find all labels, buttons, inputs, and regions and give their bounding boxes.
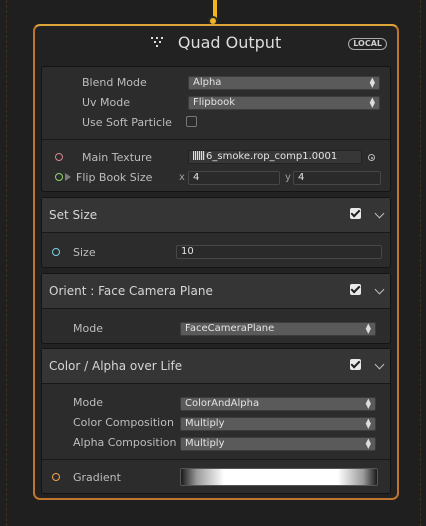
flip-book-size-y-field[interactable]: 4 [293, 171, 381, 185]
collapse-chevron-icon[interactable] [374, 208, 385, 219]
uv-mode-label: Uv Mode [82, 96, 131, 109]
color-composition-dropdown[interactable]: Multiply ▲ ▼ [180, 417, 376, 431]
main-texture-value: 6_smoke.rop_comp1.0001 [206, 151, 338, 162]
flip-book-x-label: x [179, 172, 185, 183]
use-soft-particle-label: Use Soft Particle [82, 116, 172, 129]
space-badge[interactable]: LOCAL [348, 38, 387, 50]
quad-output-node[interactable]: Quad Output LOCAL Blend Mode Alpha ▲ ▼ Uv… [33, 24, 399, 500]
alpha-composition-label: Alpha Composition [73, 436, 177, 449]
collapse-chevron-icon[interactable] [374, 284, 385, 295]
graph-grid-line [6, 0, 7, 526]
size-field[interactable]: 10 [176, 245, 382, 259]
uv-mode-dropdown[interactable]: Flipbook ▲ ▼ [188, 96, 380, 110]
dropdown-arrows-icon: ▲ ▼ [369, 76, 375, 89]
dropdown-arrows-icon: ▲ ▼ [365, 417, 371, 430]
dropdown-arrows-icon: ▲ ▼ [365, 397, 371, 410]
color-composition-label: Color Composition [73, 416, 174, 429]
color-mode-dropdown[interactable]: ColorAndAlpha ▲ ▼ [180, 397, 376, 411]
gradient-input-slot[interactable] [52, 473, 60, 481]
object-picker-icon[interactable] [368, 154, 375, 161]
dropdown-arrows-icon: ▲ ▼ [365, 322, 371, 335]
texture-thumbnail-icon [193, 151, 205, 160]
orient-mode-value: FaceCameraPlane [185, 323, 275, 334]
block-title: Orient : Face Camera Plane [49, 284, 213, 298]
alpha-composition-value: Multiply [185, 438, 225, 449]
divider [42, 139, 390, 140]
orient-mode-label: Mode [73, 322, 103, 335]
collapse-chevron-icon[interactable] [374, 359, 385, 370]
set-size-block[interactable]: Set Size Size 10 [41, 197, 391, 268]
expand-triangle-icon[interactable] [65, 173, 71, 181]
orient-face-camera-plane-block[interactable]: Orient : Face Camera Plane Mode FaceCame… [41, 273, 391, 344]
blend-mode-dropdown[interactable]: Alpha ▲ ▼ [188, 76, 380, 90]
block-title: Set Size [49, 208, 98, 222]
uv-mode-value: Flipbook [193, 97, 236, 108]
node-title-bar[interactable]: Quad Output [35, 32, 397, 56]
main-texture-field[interactable]: 6_smoke.rop_comp1.0001 [188, 150, 362, 164]
block-enabled-checkbox[interactable] [350, 359, 361, 370]
divider [42, 459, 390, 460]
node-title: Quad Output [177, 33, 282, 52]
color-alpha-over-life-block[interactable]: Color / Alpha over Life Mode ColorAndAlp… [41, 348, 391, 494]
block-header[interactable]: Color / Alpha over Life [42, 349, 390, 384]
graph-grid-line [420, 0, 421, 526]
dropdown-arrows-icon: ▲ ▼ [369, 96, 375, 109]
flip-book-size-label: Flip Book Size [76, 171, 153, 184]
block-header[interactable]: Orient : Face Camera Plane [42, 274, 390, 309]
block-enabled-checkbox[interactable] [350, 284, 361, 295]
particles-icon [150, 36, 165, 49]
gradient-field[interactable] [180, 468, 378, 486]
output-settings-panel: Blend Mode Alpha ▲ ▼ Uv Mode Flipbook ▲ ▼ … [41, 66, 391, 192]
color-mode-value: ColorAndAlpha [185, 398, 260, 409]
color-composition-value: Multiply [185, 418, 225, 429]
main-texture-label: Main Texture [82, 151, 153, 164]
color-mode-label: Mode [73, 396, 103, 409]
size-label: Size [73, 246, 96, 259]
block-enabled-checkbox[interactable] [350, 208, 361, 219]
main-texture-input-slot[interactable] [55, 153, 63, 161]
block-header[interactable]: Set Size [42, 198, 390, 233]
gradient-label: Gradient [73, 471, 121, 484]
dropdown-arrows-icon: ▲ ▼ [365, 437, 371, 450]
size-input-slot[interactable] [52, 248, 60, 256]
use-soft-particle-checkbox[interactable] [186, 116, 197, 127]
orient-mode-dropdown[interactable]: FaceCameraPlane ▲ ▼ [180, 322, 376, 336]
blend-mode-label: Blend Mode [82, 76, 147, 89]
flip-book-size-input-slot[interactable] [55, 173, 63, 181]
flip-book-y-label: y [285, 172, 291, 183]
flip-book-size-x-field[interactable]: 4 [188, 171, 280, 185]
block-title: Color / Alpha over Life [49, 359, 183, 373]
blend-mode-value: Alpha [193, 77, 222, 88]
alpha-composition-dropdown[interactable]: Multiply ▲ ▼ [180, 437, 376, 451]
